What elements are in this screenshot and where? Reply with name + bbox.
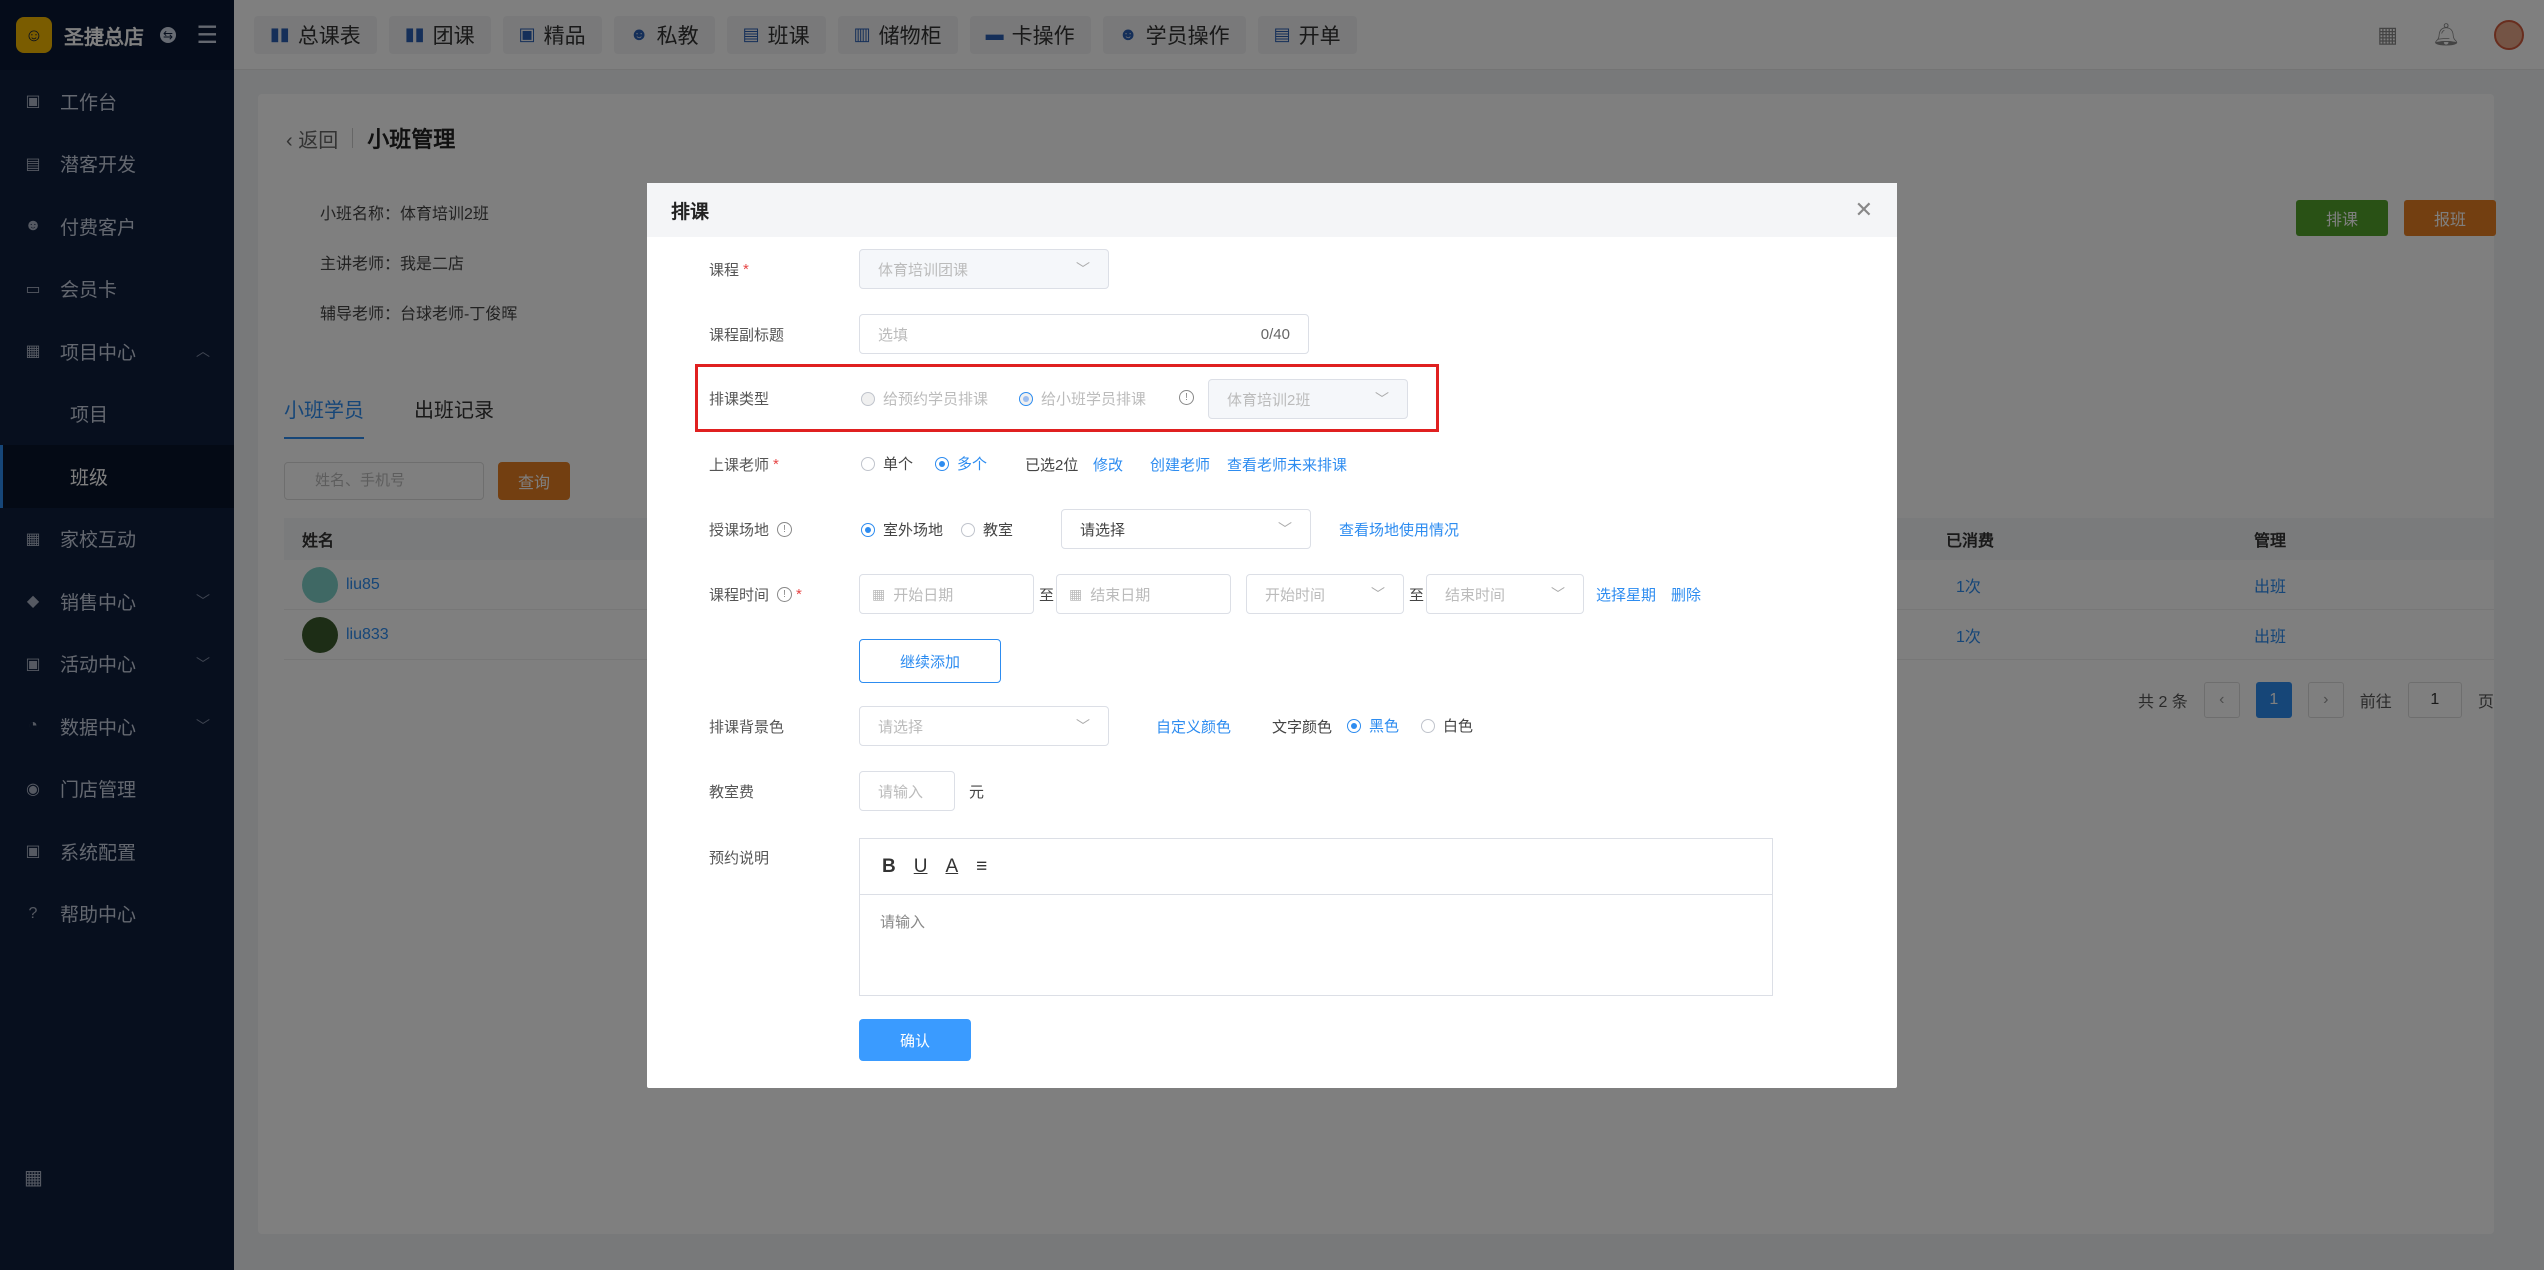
schedule-type-label: 排课类型 — [709, 391, 770, 408]
view-teacher-schedule-link[interactable]: 查看老师未来排课 — [1227, 454, 1347, 475]
note-label: 预约说明 — [709, 850, 770, 867]
bg-color-label: 排课背景色 — [709, 719, 785, 736]
subtitle-input[interactable]: 选填 0/40 — [859, 314, 1309, 354]
radio-single-teacher[interactable]: 单个 — [861, 453, 913, 474]
schedule-dialog: 排课 ✕ 课程 * 体育培训团课 ﹀ 课程副标题 选填 0/40 排课类型 给预约学员… — [647, 183, 1897, 1088]
fee-label: 教室费 — [709, 784, 755, 801]
align-icon[interactable]: ≡ — [976, 856, 987, 878]
venue-label: 授课场地! — [709, 519, 793, 540]
course-label: 课程 * — [709, 261, 749, 279]
chevron-down-icon: ﹀ — [1551, 586, 1565, 602]
chevron-down-icon: ﹀ — [1076, 261, 1090, 277]
close-icon[interactable]: ✕ — [1855, 197, 1873, 223]
calendar-icon: ▦ — [1069, 585, 1083, 602]
start-time-select[interactable]: 开始时间 ﹀ — [1246, 574, 1404, 614]
fee-input[interactable]: 请输入 — [859, 771, 955, 811]
class-select[interactable]: 体育培训2班 ﹀ — [1208, 379, 1408, 419]
edit-teacher-link[interactable]: 修改 — [1093, 454, 1123, 475]
char-counter: 0/40 — [1260, 325, 1290, 343]
radio-multi-teacher[interactable]: 多个 — [935, 453, 987, 474]
start-date-input[interactable]: ▦ 开始日期 — [859, 574, 1034, 614]
bg-color-select[interactable]: 请选择 ﹀ — [859, 706, 1109, 746]
note-textarea[interactable]: 请输入 — [860, 895, 1772, 948]
course-select[interactable]: 体育培训团课 ﹀ — [859, 249, 1109, 289]
end-date-input[interactable]: ▦ 结束日期 — [1056, 574, 1231, 614]
range-separator: 至 — [1409, 587, 1425, 604]
fee-unit: 元 — [969, 784, 985, 801]
chevron-down-icon: ﹀ — [1371, 586, 1385, 602]
radio-class-students[interactable]: 给小班学员排课 — [1019, 388, 1146, 409]
radio-text-black[interactable]: 黑色 — [1347, 715, 1399, 736]
end-time-select[interactable]: 结束时间 ﹀ — [1426, 574, 1584, 614]
delete-time-link[interactable]: 删除 — [1671, 584, 1701, 605]
dialog-title: 排课 — [671, 201, 710, 223]
radio-text-white[interactable]: 白色 — [1421, 715, 1473, 736]
info-icon[interactable]: ! — [777, 522, 793, 537]
venue-usage-link[interactable]: 查看场地使用情况 — [1339, 519, 1459, 540]
underline-icon[interactable]: U — [914, 856, 928, 878]
editor-toolbar: B U A ≡ — [860, 839, 1772, 895]
radio-outdoor-venue[interactable]: 室外场地 — [861, 519, 943, 540]
info-icon[interactable]: ! — [1179, 390, 1194, 405]
time-label: 课程时间! * — [709, 586, 802, 604]
calendar-icon: ▦ — [872, 585, 886, 602]
confirm-button[interactable]: 确认 — [859, 1019, 971, 1061]
radio-booked-students[interactable]: 给预约学员排课 — [861, 388, 988, 409]
choose-weekday-link[interactable]: 选择星期 — [1596, 584, 1656, 605]
subtitle-label: 课程副标题 — [709, 327, 785, 344]
custom-color-link[interactable]: 自定义颜色 — [1156, 716, 1231, 737]
venue-select[interactable]: 请选择 ﹀ — [1061, 509, 1311, 549]
chevron-down-icon: ﹀ — [1076, 718, 1090, 734]
text-color-label: 文字颜色 — [1272, 719, 1333, 736]
create-teacher-link[interactable]: 创建老师 — [1150, 454, 1210, 475]
info-icon[interactable]: ! — [777, 587, 793, 602]
rich-text-editor: B U A ≡ 请输入 — [859, 838, 1773, 996]
continue-add-button[interactable]: 继续添加 — [859, 639, 1001, 683]
chevron-down-icon: ﹀ — [1375, 391, 1389, 407]
radio-classroom[interactable]: 教室 — [961, 519, 1013, 540]
required-mark: * — [773, 456, 779, 473]
teacher-label: 上课老师 * — [709, 456, 779, 474]
bold-icon[interactable]: B — [882, 856, 896, 878]
font-color-icon[interactable]: A — [945, 856, 958, 878]
required-mark: * — [796, 586, 802, 603]
range-separator: 至 — [1039, 587, 1055, 604]
dialog-header: 排课 ✕ — [647, 183, 1897, 237]
chevron-down-icon: ﹀ — [1278, 521, 1292, 537]
teacher-selected-count: 已选2位 — [1025, 457, 1079, 474]
required-mark: * — [743, 261, 749, 278]
